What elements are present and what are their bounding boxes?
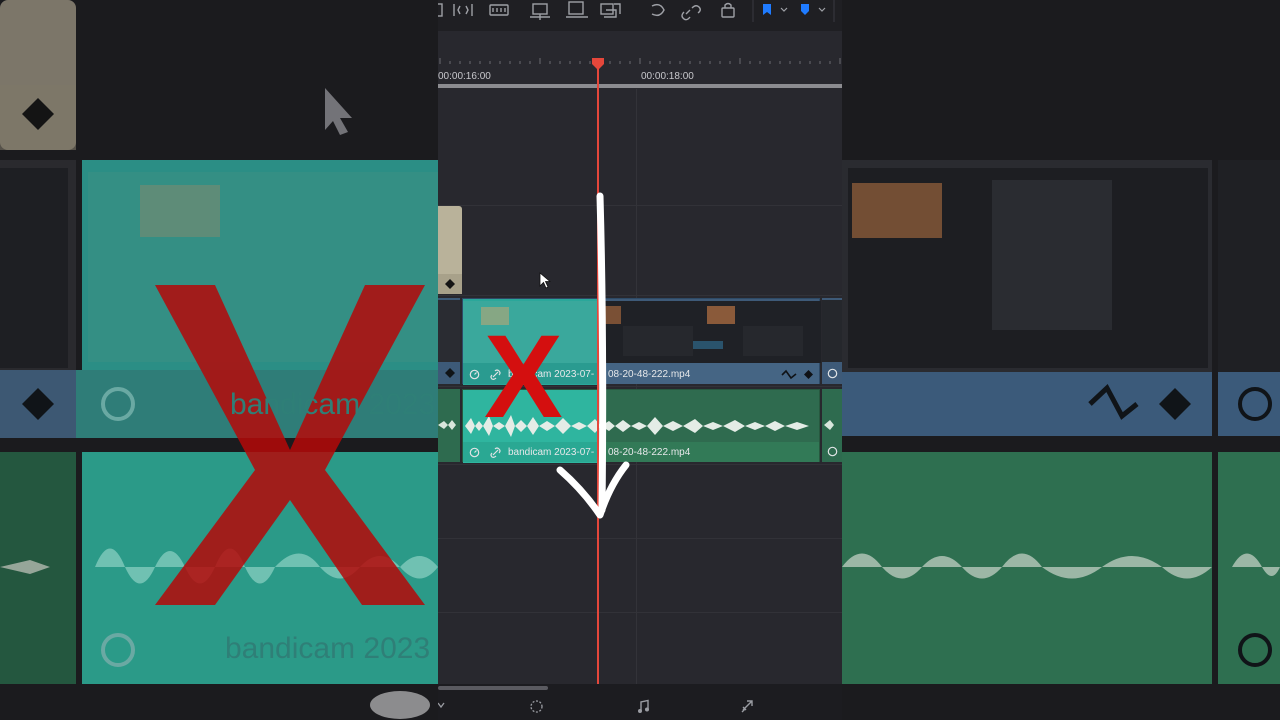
video-clip-thumbnail	[822, 300, 842, 362]
timeline-range-bar	[438, 84, 842, 88]
ruler-timecode-left: 00:00:16:00	[438, 71, 491, 82]
keyframe-icon	[445, 279, 455, 289]
background-clip-label-bottom: bandicam 2023	[225, 632, 431, 665]
keyframe-icon	[445, 368, 455, 378]
marker-icon	[801, 4, 826, 15]
horizontal-scrollbar[interactable]	[438, 686, 548, 690]
speed-icon	[827, 368, 838, 379]
snap-icon	[651, 3, 665, 17]
title-clip[interactable]	[438, 206, 462, 294]
speed-icon	[827, 446, 838, 457]
trim-icon	[438, 3, 443, 17]
track-divider	[438, 538, 842, 539]
playhead-handle[interactable]	[591, 58, 605, 70]
flag-icon	[763, 4, 788, 15]
track-divider	[438, 612, 842, 613]
background-right-panel	[842, 0, 1280, 720]
background-left-art	[0, 0, 438, 719]
lock-icon	[721, 2, 735, 18]
toolbar-icons	[438, 0, 835, 22]
blade-icon	[489, 4, 509, 16]
audio-clip-right[interactable]	[822, 389, 842, 462]
chevron-down-icon[interactable]	[438, 700, 446, 710]
audio-clip-left[interactable]	[438, 389, 460, 462]
replace-icon	[600, 3, 621, 18]
keyframe-icon	[804, 370, 813, 379]
insert-icon	[530, 3, 550, 20]
background-clip-label-top: bandicam 2023	[230, 388, 436, 421]
timeline-editor: 00:00:16:00 00:00:18:00 bandicam 2023-07…	[438, 0, 842, 720]
background-left-panel: bandicam 2023 bandicam 2023	[0, 0, 438, 720]
link-icon	[681, 5, 701, 21]
effects-icon[interactable]	[529, 699, 544, 714]
background-right-art	[842, 160, 1280, 684]
ruler-timecode-right: 00:00:18:00	[641, 71, 694, 82]
overwrite-icon	[566, 1, 588, 18]
video-clip-thumbnail	[438, 300, 460, 362]
timeline-toolbar	[438, 0, 842, 31]
dynamic-trim-icon	[453, 4, 473, 16]
timeline-ruler-ticks	[439, 58, 841, 64]
deliver-icon[interactable]	[740, 698, 755, 714]
audio-waveform	[438, 420, 456, 430]
audio-curve-icon	[781, 369, 797, 380]
link-icon	[490, 447, 501, 458]
video-clip-right[interactable]	[822, 298, 842, 384]
speed-icon	[469, 447, 480, 458]
audio-waveform	[824, 420, 834, 430]
audio-icon[interactable]	[637, 699, 650, 714]
speed-icon	[469, 369, 480, 380]
video-clip-left[interactable]	[438, 298, 460, 384]
down-arrow-icon	[556, 192, 630, 519]
